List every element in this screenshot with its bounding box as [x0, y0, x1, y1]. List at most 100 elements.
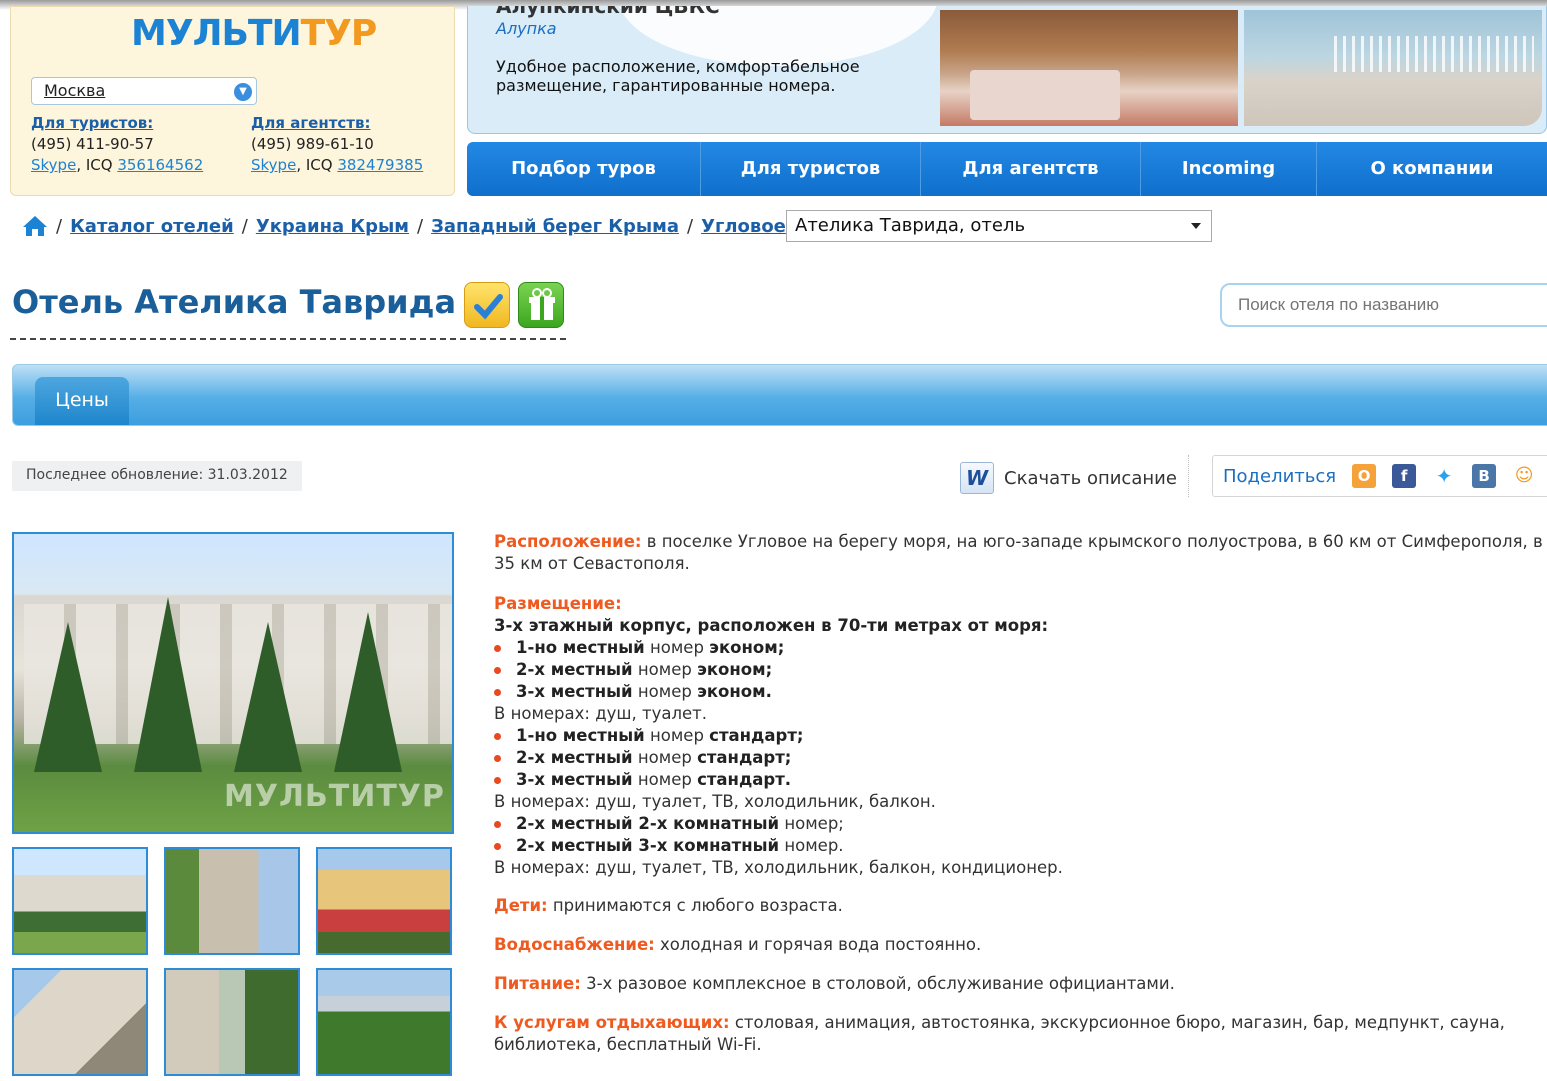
standard-rooms-list: 1-но местный номер стандарт; 2-х местный…: [494, 725, 1544, 791]
water-label: Водоснабжение:: [494, 935, 655, 954]
economy-amenities: В номерах: душ, туалет.: [494, 704, 708, 723]
list-item: 3-х местный номер эконом.: [494, 681, 1544, 703]
banner-city: Алупка: [496, 19, 557, 38]
banner-photo-room: [940, 10, 1238, 126]
food-label: Питание:: [494, 974, 581, 993]
divider: [1188, 455, 1189, 497]
hotel-thumbnail[interactable]: [164, 847, 300, 955]
city-select[interactable]: Москва ▼: [31, 77, 257, 105]
title-divider: [10, 338, 566, 340]
children-label: Дети:: [494, 896, 548, 915]
list-item: 2-х местный 2-х комнатный номер;: [494, 813, 1544, 835]
banner-text: Удобное расположение, комфортабельное ра…: [496, 57, 860, 95]
moi-mir-icon[interactable]: ☺: [1512, 464, 1536, 488]
caret-down-icon: [1191, 223, 1201, 229]
location-label: Расположение:: [494, 532, 642, 551]
hotel-thumbnail[interactable]: [12, 968, 148, 1076]
list-item: 1-но местный номер стандарт;: [494, 725, 1544, 747]
hotel-description: Расположение: в поселке Угловое на берег…: [494, 531, 1544, 1074]
food-text: 3-х разовое комплексное в столовой, обсл…: [580, 974, 1175, 993]
water-text: холодная и горячая вода постоянно.: [654, 935, 982, 954]
gift-badge-icon[interactable]: [518, 282, 564, 328]
agencies-skype-link[interactable]: Skype: [251, 156, 296, 174]
list-item: 2-х местный 3-х комнатный номер.: [494, 835, 1544, 857]
breadcrumb-separator: /: [241, 215, 248, 237]
vkontakte-icon[interactable]: В: [1472, 464, 1497, 488]
home-icon[interactable]: [22, 214, 48, 238]
tourists-skype-link[interactable]: Skype: [31, 156, 76, 174]
download-description-link[interactable]: W Скачать описание: [960, 461, 1177, 495]
agencies-icq-link[interactable]: 382479385: [337, 156, 423, 174]
twitter-icon[interactable]: ✦: [1432, 464, 1456, 488]
breadcrumb-uglovoe[interactable]: Угловое: [701, 216, 786, 237]
water-section: Водоснабжение: холодная и горячая вода п…: [494, 934, 1544, 956]
nav-tour-selection[interactable]: Подбор туров: [467, 142, 701, 196]
breadcrumb-ukraine-crimea[interactable]: Украина Крым: [256, 216, 409, 237]
contacts-tourists-title[interactable]: Для туристов:: [31, 113, 203, 134]
header-contacts-panel: МУЛЬТИТУР Москва ▼ Для туристов: (495) 4…: [10, 6, 455, 196]
tourists-icq-link[interactable]: 356164562: [117, 156, 203, 174]
promo-banner[interactable]: Алупкинский ЦВКС Алупка Удобное располож…: [467, 6, 1547, 134]
chevron-down-icon: ▼: [234, 83, 252, 101]
nav-about[interactable]: О компании: [1317, 142, 1547, 196]
nav-for-agencies[interactable]: Для агентств: [921, 142, 1141, 196]
photo-watermark: МУЛЬТИТУР: [224, 779, 445, 814]
food-section: Питание: 3-х разовое комплексное в столо…: [494, 973, 1544, 995]
list-item: 2-х местный номер эконом;: [494, 659, 1544, 681]
hotel-thumbnail[interactable]: [316, 847, 452, 955]
hotel-thumbnail[interactable]: [316, 968, 452, 1076]
location-section: Расположение: в поселке Угловое на берег…: [494, 531, 1544, 575]
location-text: в поселке Угловое на берегу моря, на юго…: [494, 532, 1543, 573]
agencies-icq-label: , ICQ: [296, 156, 333, 174]
tab-prices[interactable]: Цены: [35, 377, 129, 425]
breadcrumb-separator: /: [56, 215, 63, 237]
accommodation-label: Размещение:: [494, 594, 622, 613]
last-updated: Последнее обновление: 31.03.2012: [12, 461, 302, 491]
economy-rooms-list: 1-но местный номер эконом; 2-х местный н…: [494, 637, 1544, 703]
children-text: принимаются с любого возраста.: [547, 896, 843, 915]
download-label: Скачать описание: [1004, 467, 1177, 489]
hotel-search-input[interactable]: [1220, 283, 1547, 327]
tabs-bar: Цены: [12, 364, 1547, 426]
hotel-select-value: Ателика Таврида, отель: [795, 215, 1026, 236]
odnoklassniki-icon[interactable]: О: [1352, 464, 1377, 488]
services-label: К услугам отдыхающих:: [494, 1013, 730, 1032]
hotel-thumbnail[interactable]: [164, 968, 300, 1076]
children-section: Дети: принимаются с любого возраста.: [494, 895, 1544, 917]
hotel-select[interactable]: Ателика Таврида, отель: [786, 210, 1212, 242]
list-item: 1-но местный номер эконом;: [494, 637, 1544, 659]
accommodation-section: Размещение: 3-х этажный корпус, располож…: [494, 593, 1544, 879]
services-section: К услугам отдыхающих: столовая, анимация…: [494, 1012, 1544, 1056]
hotel-thumbnail[interactable]: [12, 847, 148, 955]
logo-part1: МУЛЬТИ: [131, 13, 302, 54]
page-title: Отель Ателика Таврида: [12, 283, 457, 321]
hotel-main-photo[interactable]: МУЛЬТИТУР: [12, 532, 454, 834]
breadcrumb-hotel-catalog[interactable]: Каталог отелей: [70, 216, 234, 237]
nav-for-tourists[interactable]: Для туристов: [701, 142, 921, 196]
main-nav: Подбор туров Для туристов Для агентств I…: [467, 142, 1547, 196]
multi-amenities: В номерах: душ, туалет, ТВ, холодильник,…: [494, 858, 1063, 877]
contacts-agencies-title[interactable]: Для агентств:: [251, 113, 423, 134]
breadcrumb-west-coast[interactable]: Западный берег Крыма: [431, 216, 679, 237]
standard-amenities: В номерах: душ, туалет, ТВ, холодильник,…: [494, 792, 936, 811]
banner-title: Алупкинский ЦВКС: [496, 6, 720, 18]
city-select-value: Москва: [44, 81, 106, 100]
breadcrumb-separator: /: [417, 215, 424, 237]
breadcrumb: / Каталог отелей / Украина Крым / Западн…: [22, 210, 808, 242]
tourists-icq-label: , ICQ: [76, 156, 113, 174]
list-item: 2-х местный номер стандарт;: [494, 747, 1544, 769]
logo-part2: ТУР: [300, 13, 378, 54]
share-panel: Поделиться О f ✦ В ☺: [1212, 455, 1547, 497]
check-badge-icon[interactable]: [464, 282, 510, 328]
nav-incoming[interactable]: Incoming: [1141, 142, 1317, 196]
building-info: 3-х этажный корпус, расположен в 70-ти м…: [494, 616, 1049, 635]
share-label: Поделиться: [1223, 465, 1337, 487]
word-document-icon: W: [960, 462, 994, 494]
list-item: 3-х местный номер стандарт.: [494, 769, 1544, 791]
contacts-tourists: Для туристов: (495) 411-90-57 Skype, ICQ…: [31, 113, 203, 176]
tourists-phone: (495) 411-90-57: [31, 135, 154, 153]
site-logo[interactable]: МУЛЬТИТУР: [131, 13, 378, 54]
facebook-icon[interactable]: f: [1392, 464, 1417, 488]
contacts-agencies: Для агентств: (495) 989-61-10 Skype, ICQ…: [251, 113, 423, 176]
breadcrumb-separator: /: [687, 215, 694, 237]
